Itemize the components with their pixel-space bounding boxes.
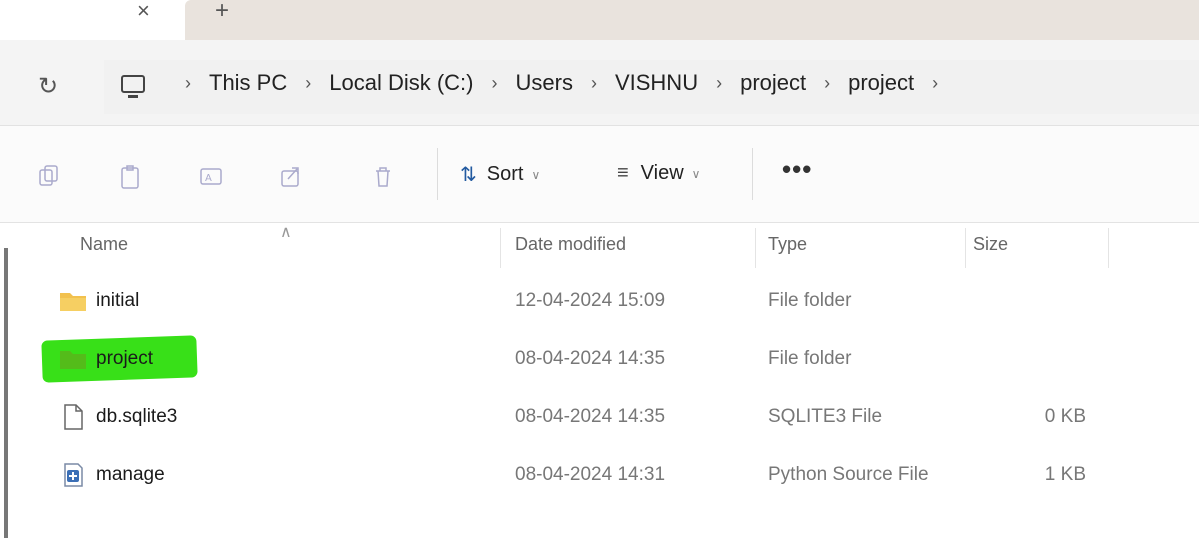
list-item[interactable]: initial 12-04-2024 15:09 File folder — [0, 272, 1199, 330]
breadcrumb: › This PC › Local Disk (C:) › Users › VI… — [185, 70, 956, 96]
tab-strip: × + — [0, 0, 1199, 40]
command-bar: A ⇅ Sort ∨ ≡ View ∨ ••• — [0, 126, 1199, 223]
file-icon — [64, 404, 83, 430]
chevron-right-icon[interactable]: › — [716, 73, 722, 94]
file-name: db.sqlite3 — [96, 406, 178, 427]
more-options-button[interactable]: ••• — [782, 154, 812, 185]
breadcrumb-item[interactable]: Local Disk (C:) — [329, 70, 473, 96]
chevron-right-icon[interactable]: › — [591, 73, 597, 94]
file-name: manage — [96, 464, 165, 485]
chevron-right-icon[interactable]: › — [824, 73, 830, 94]
breadcrumb-item[interactable]: Users — [516, 70, 573, 96]
chevron-right-icon[interactable]: › — [932, 73, 938, 94]
chevron-down-icon: ∨ — [691, 166, 701, 181]
tab-bar-background — [185, 0, 1199, 40]
file-type: File folder — [768, 348, 852, 369]
file-name: initial — [96, 290, 140, 311]
chevron-right-icon[interactable]: › — [492, 73, 498, 94]
computer-icon[interactable] — [120, 73, 146, 101]
copy-icon[interactable] — [38, 164, 60, 190]
file-date: 08-04-2024 14:31 — [515, 464, 666, 485]
delete-icon[interactable] — [372, 164, 394, 190]
column-divider[interactable] — [1108, 228, 1109, 268]
chevron-down-icon: ∨ — [531, 167, 541, 182]
file-date: 08-04-2024 14:35 — [515, 406, 666, 427]
toolbar-divider — [752, 148, 753, 200]
column-header-date[interactable]: Date modified — [515, 222, 626, 272]
file-date: 12-04-2024 15:09 — [515, 290, 666, 311]
new-tab-icon[interactable]: + — [215, 0, 229, 23]
file-type: Python Source File — [768, 464, 929, 485]
column-header-size[interactable]: Size — [973, 222, 1008, 272]
column-header-type[interactable]: Type — [768, 222, 807, 272]
share-icon[interactable] — [280, 164, 302, 190]
file-name: project — [96, 348, 154, 369]
sort-ascending-icon: ∧ — [280, 224, 292, 241]
chevron-right-icon[interactable]: › — [305, 73, 311, 94]
file-size: 0 KB — [1044, 406, 1086, 427]
column-header-name[interactable]: Name — [80, 222, 128, 272]
breadcrumb-item[interactable]: This PC — [209, 70, 287, 96]
breadcrumb-item[interactable]: project — [740, 70, 806, 96]
column-divider[interactable] — [755, 228, 756, 268]
list-item[interactable]: manage 08-04-2024 14:31 Python Source Fi… — [0, 446, 1199, 504]
folder-icon — [60, 293, 86, 311]
column-divider[interactable] — [500, 228, 501, 268]
address-row: ↻ › This PC › Local Disk (C:) › Users › … — [0, 40, 1199, 126]
chevron-right-icon[interactable]: › — [185, 73, 191, 94]
file-type: File folder — [768, 290, 852, 311]
breadcrumb-item[interactable]: project — [848, 70, 914, 96]
refresh-icon[interactable]: ↻ — [38, 72, 58, 101]
file-size: 1 KB — [1044, 464, 1086, 485]
python-file-icon — [64, 463, 83, 487]
close-tab-icon[interactable]: × — [137, 0, 150, 22]
file-type: SQLITE3 File — [768, 406, 883, 427]
rename-icon[interactable]: A — [200, 164, 222, 190]
svg-text:A: A — [205, 173, 212, 184]
toolbar-divider — [437, 148, 438, 200]
folder-icon — [60, 351, 86, 369]
sort-icon: ⇅ — [460, 164, 477, 186]
view-label: View — [640, 162, 684, 184]
sort-label: Sort — [486, 163, 524, 185]
view-icon: ≡ — [617, 162, 629, 184]
column-divider[interactable] — [965, 228, 966, 268]
breadcrumb-item[interactable]: VISHNU — [615, 70, 698, 96]
file-date: 08-04-2024 14:35 — [515, 348, 666, 369]
paste-icon[interactable] — [120, 164, 142, 190]
view-button[interactable]: ≡ View ∨ — [617, 162, 700, 185]
list-item[interactable]: db.sqlite3 08-04-2024 14:35 SQLITE3 File… — [0, 388, 1199, 446]
list-item[interactable]: project 08-04-2024 14:35 File folder — [0, 330, 1199, 388]
sort-button[interactable]: ⇅ Sort ∨ — [460, 162, 540, 187]
